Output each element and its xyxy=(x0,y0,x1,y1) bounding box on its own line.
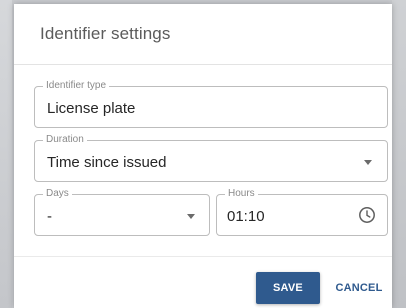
backdrop-left xyxy=(0,0,12,308)
identifier-settings-dialog: Identifier settings Identifier type Lice… xyxy=(14,4,392,308)
days-label: Days xyxy=(43,188,72,200)
days-value: - xyxy=(47,208,52,225)
dialog-header: Identifier settings xyxy=(14,4,392,65)
duration-select[interactable]: Duration Time since issued xyxy=(34,134,388,182)
dialog-title: Identifier settings xyxy=(40,24,171,43)
hours-value: 01:10 xyxy=(227,208,265,225)
identifier-type-field[interactable]: Identifier type License plate xyxy=(34,80,388,128)
hours-label: Hours xyxy=(225,188,258,200)
footer-divider xyxy=(14,256,392,257)
identifier-type-label: Identifier type xyxy=(43,80,110,92)
identifier-type-value: License plate xyxy=(47,100,136,117)
duration-label: Duration xyxy=(43,134,87,146)
clock-icon[interactable] xyxy=(358,206,376,224)
cancel-button[interactable]: CANCEL xyxy=(332,272,386,304)
duration-value: Time since issued xyxy=(47,154,167,171)
chevron-down-icon[interactable] xyxy=(187,214,195,219)
hours-time-field[interactable]: Hours 01:10 xyxy=(216,188,388,236)
backdrop-right xyxy=(392,0,406,308)
chevron-down-icon[interactable] xyxy=(364,160,372,165)
save-button[interactable]: SAVE xyxy=(256,272,320,304)
days-select[interactable]: Days - xyxy=(34,188,210,236)
